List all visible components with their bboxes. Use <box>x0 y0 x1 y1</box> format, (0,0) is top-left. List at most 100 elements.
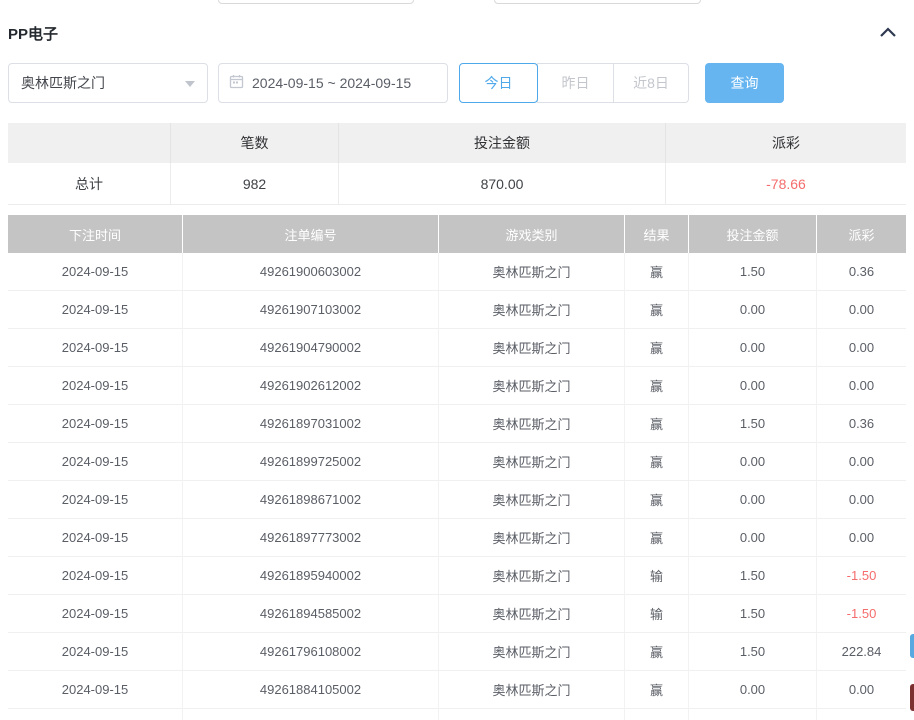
cell-order-number: 49261904790002 <box>183 329 439 367</box>
cell-game-category <box>439 709 625 720</box>
date-range-input[interactable]: 2024-09-15 ~ 2024-09-15 <box>218 63 448 103</box>
cell-bet-amount: 1.50 <box>689 633 817 671</box>
table-row: 2024-09-15 49261902612002 奥林匹斯之门 赢 0.00 … <box>8 367 906 405</box>
table-row: 2024-09-15 49261884105002 奥林匹斯之门 赢 0.00 … <box>8 671 906 709</box>
cell-game-category: 奥林匹斯之门 <box>439 557 625 595</box>
cell-payout: -1.50 <box>817 557 906 595</box>
cell-order-number: 49261895940002 <box>183 557 439 595</box>
cell-bet-time: 2024-09-15 <box>8 633 183 671</box>
cell-result: 赢 <box>625 329 689 367</box>
cell-bet-amount: 0.00 <box>689 443 817 481</box>
cell-payout: -1.50 <box>817 595 906 633</box>
cell-game-category: 奥林匹斯之门 <box>439 443 625 481</box>
cell-bet-time: 2024-09-15 <box>8 367 183 405</box>
cell-bet-time: 2024-09-15 <box>8 595 183 633</box>
caret-down-icon <box>185 81 195 92</box>
header-order-number: 注单编号 <box>183 215 439 253</box>
collapse-panel-button[interactable] <box>874 22 902 44</box>
cell-result: 赢 <box>625 443 689 481</box>
cell-game-category: 奥林匹斯之门 <box>439 329 625 367</box>
cell-payout: 0.00 <box>817 443 906 481</box>
cell-bet-amount: 0.00 <box>689 481 817 519</box>
cell-result: 输 <box>625 595 689 633</box>
cell-bet-time: 2024-09-15 <box>8 481 183 519</box>
cropped-input-right[interactable] <box>494 0 701 4</box>
cell-payout: 0.00 <box>817 481 906 519</box>
cell-game-category: 奥林匹斯之门 <box>439 253 625 291</box>
cell-result: 赢 <box>625 481 689 519</box>
cell-bet-amount <box>689 709 817 720</box>
last-8-days-button[interactable]: 近8日 <box>613 63 689 103</box>
cell-bet-amount: 1.50 <box>689 405 817 443</box>
cell-order-number: 49261902612002 <box>183 367 439 405</box>
floating-widget-blue[interactable] <box>910 634 914 658</box>
summary-header-bet-amount: 投注金额 <box>339 123 666 163</box>
cell-bet-amount: 1.50 <box>689 253 817 291</box>
cell-result: 赢 <box>625 519 689 557</box>
cell-order-number: 49261884105002 <box>183 671 439 709</box>
cell-bet-amount: 0.00 <box>689 329 817 367</box>
cell-order-number: 49261897773002 <box>183 519 439 557</box>
table-row: 2024-09-15 49261897031002 奥林匹斯之门 赢 1.50 … <box>8 405 906 443</box>
cell-bet-time: 2024-09-15 <box>8 253 183 291</box>
bet-table-body: 2024-09-15 49261900603002 奥林匹斯之门 赢 1.50 … <box>8 253 906 709</box>
header-bet-amount: 投注金额 <box>689 215 817 253</box>
cell-payout: 0.00 <box>817 367 906 405</box>
cell-payout: 0.00 <box>817 329 906 367</box>
game-select[interactable]: 奥林匹斯之门 <box>8 63 208 103</box>
game-select-value: 奥林匹斯之门 <box>21 75 105 91</box>
today-button[interactable]: 今日 <box>459 63 538 103</box>
cell-result: 赢 <box>625 405 689 443</box>
cell-game-category: 奥林匹斯之门 <box>439 519 625 557</box>
cell-bet-amount: 1.50 <box>689 557 817 595</box>
cell-result: 赢 <box>625 633 689 671</box>
cell-payout <box>817 709 906 720</box>
cell-payout: 0.36 <box>817 405 906 443</box>
filter-bar: 奥林匹斯之门 2024-09-15 ~ 2024-09-15 今日 昨日 近8日… <box>0 63 914 103</box>
cell-bet-amount: 0.00 <box>689 519 817 557</box>
page-title: PP电子 <box>8 26 59 43</box>
summary-total-label: 总计 <box>8 163 171 205</box>
cell-result: 赢 <box>625 671 689 709</box>
table-row: 2024-09-15 49261900603002 奥林匹斯之门 赢 1.50 … <box>8 253 906 291</box>
cell-game-category: 奥林匹斯之门 <box>439 633 625 671</box>
cell-bet-time: 2024-09-15 <box>8 443 183 481</box>
header-result: 结果 <box>625 215 689 253</box>
table-row: 2024-09-15 49261895940002 奥林匹斯之门 输 1.50 … <box>8 557 906 595</box>
floating-widget-red[interactable] <box>910 684 914 711</box>
search-button[interactable]: 查询 <box>705 63 784 103</box>
cell-order-number: 49261907103002 <box>183 291 439 329</box>
cell-payout: 0.36 <box>817 253 906 291</box>
date-range-value: 2024-09-15 ~ 2024-09-15 <box>252 75 412 91</box>
cell-order-number: 49261900603002 <box>183 253 439 291</box>
cell-game-category: 奥林匹斯之门 <box>439 367 625 405</box>
quick-range-group: 今日 昨日 近8日 <box>459 63 689 103</box>
cell-bet-time: 2024-09-15 <box>8 291 183 329</box>
cell-payout: 0.00 <box>817 671 906 709</box>
header-payout: 派彩 <box>848 227 875 243</box>
cell-bet-time: 2024-09-15 <box>8 405 183 443</box>
cell-order-number: 49261899725002 <box>183 443 439 481</box>
cell-order-number: 49261898671002 <box>183 481 439 519</box>
table-row: 2024-09-15 49261899725002 奥林匹斯之门 赢 0.00 … <box>8 443 906 481</box>
cell-result: 赢 <box>625 367 689 405</box>
cell-result: 赢 <box>625 253 689 291</box>
calendar-icon <box>229 74 244 92</box>
cell-bet-amount: 0.00 <box>689 367 817 405</box>
table-row-partial <box>8 709 906 720</box>
table-row: 2024-09-15 49261894585002 奥林匹斯之门 输 1.50 … <box>8 595 906 633</box>
cropped-input-left[interactable] <box>218 0 414 4</box>
cell-order-number <box>183 709 439 720</box>
cell-game-category: 奥林匹斯之门 <box>439 291 625 329</box>
cell-bet-amount: 1.50 <box>689 595 817 633</box>
cell-order-number: 49261796108002 <box>183 633 439 671</box>
cell-bet-time: 2024-09-15 <box>8 557 183 595</box>
bet-table-header: 下注时间 注单编号 游戏类别 结果 投注金额 派彩 <box>8 215 906 253</box>
cell-game-category: 奥林匹斯之门 <box>439 671 625 709</box>
header-bet-time: 下注时间 <box>8 215 183 253</box>
cell-payout: 0.00 <box>817 291 906 329</box>
header-game-category: 游戏类别 <box>439 215 625 253</box>
cell-result <box>625 709 689 720</box>
yesterday-button[interactable]: 昨日 <box>537 63 614 103</box>
table-row: 2024-09-15 49261796108002 奥林匹斯之门 赢 1.50 … <box>8 633 906 671</box>
